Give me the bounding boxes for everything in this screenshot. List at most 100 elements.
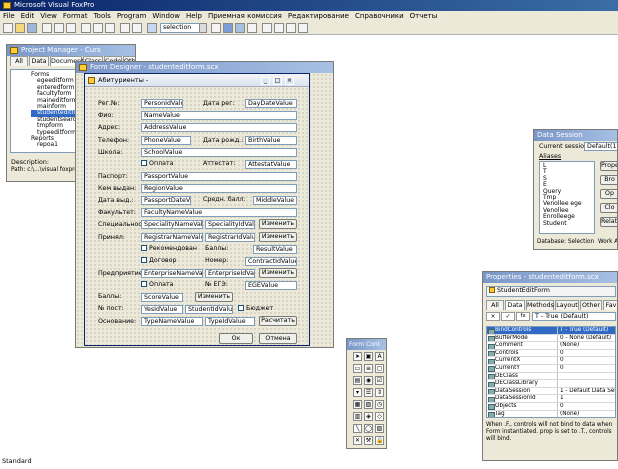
property-row[interactable]: Tag (None) [487, 410, 615, 417]
middle-field[interactable]: MiddleValue [253, 196, 297, 205]
optiongroup-icon[interactable]: ◉ [364, 376, 373, 385]
class-library-icon[interactable]: ▣ [364, 352, 373, 361]
region-field[interactable]: RegionValue [141, 184, 297, 193]
property-tab[interactable]: Methods [526, 300, 554, 310]
reg-name-field[interactable]: RegistrarNameValue [141, 233, 203, 242]
day-date-field[interactable]: DayDateValue [245, 99, 297, 108]
property-row[interactable]: BindControls T - True (Default) [487, 327, 615, 335]
spinner-icon[interactable]: ⇕ [375, 388, 384, 397]
property-tab[interactable]: All [486, 300, 504, 310]
spell-icon[interactable] [66, 23, 76, 33]
menu-item[interactable]: Edit [18, 11, 38, 21]
spec-name-field[interactable]: SpecialityNameValue [141, 220, 203, 229]
ege-field[interactable]: EGEValue [245, 281, 297, 290]
current-session-combo[interactable]: Default(1) [584, 142, 617, 151]
property-row[interactable]: BufferMode 0 - None (Default) [487, 334, 615, 343]
listbox-icon[interactable]: ☰ [364, 388, 373, 397]
menu-item[interactable]: File [0, 11, 18, 21]
faculty-field[interactable]: FacultyNameValue [141, 208, 297, 217]
name-field[interactable]: NameValue [141, 111, 297, 120]
change-score-button[interactable]: Изменить [195, 292, 233, 302]
cut-icon[interactable] [81, 23, 91, 33]
school-field[interactable]: SchoolValue [141, 148, 297, 157]
lock-icon[interactable]: 🔒 [375, 436, 384, 445]
menu-item[interactable]: Приемная комиссия [205, 11, 285, 21]
data-session-button[interactable]: Relati [600, 217, 617, 227]
shape-icon[interactable]: ◯ [364, 424, 373, 433]
contract-id-field[interactable]: ContractIdValue [245, 257, 297, 266]
container-icon[interactable]: ▧ [375, 424, 384, 433]
data-session-button[interactable]: Op [600, 189, 617, 199]
property-value-input[interactable]: T - True (Default) [532, 312, 616, 321]
recommend-checkbox[interactable]: Рекомендован [141, 244, 197, 253]
property-row[interactable]: DataSession1 - Default Data Session [487, 387, 615, 396]
project-icon[interactable] [235, 23, 245, 33]
pay2-checkbox[interactable]: Оплата [141, 280, 173, 289]
property-row[interactable]: CurrentX 0 [487, 357, 615, 365]
phone-field[interactable]: PhoneValue [141, 136, 191, 145]
menu-item[interactable]: Tools [91, 11, 114, 21]
data-session-button[interactable]: Prope [600, 161, 617, 171]
alias-item[interactable]: Student [543, 220, 594, 227]
commandgroup-icon[interactable]: ▤ [353, 376, 362, 385]
calculate-button[interactable]: Расчитать [259, 316, 297, 326]
spec-id-field[interactable]: SpecialityIdValue [205, 220, 255, 229]
contract-checkbox[interactable]: Договор [141, 256, 177, 265]
budget-checkbox[interactable]: Бюджет [238, 304, 273, 313]
cancel-button[interactable]: Отмена [259, 333, 297, 344]
property-row[interactable]: CurrentY 0 [487, 364, 615, 373]
menu-item[interactable]: Program [114, 11, 150, 21]
preview-icon[interactable] [54, 23, 64, 33]
property-row[interactable]: DEClass [487, 372, 615, 381]
yes-id-field[interactable]: YesIdValue [141, 305, 183, 314]
copy-icon[interactable] [93, 23, 103, 33]
maximize-icon[interactable]: □ [273, 77, 282, 85]
save-icon[interactable] [27, 23, 37, 33]
menu-item[interactable]: View [37, 11, 60, 21]
pay-checkbox[interactable]: Оплата [141, 159, 173, 168]
build-icon[interactable] [274, 23, 284, 33]
change-enterprise-button[interactable]: Изменить [259, 268, 297, 278]
menu-item[interactable]: Редактирование [285, 11, 352, 21]
oleclient-icon[interactable]: ◈ [364, 412, 373, 421]
property-tab[interactable]: Layout [555, 300, 579, 310]
function-icon[interactable]: fx [516, 312, 530, 321]
change-registrar-button[interactable]: Изменить [259, 232, 297, 242]
reg-id-field[interactable]: RegistrarIdValue [205, 233, 255, 242]
passport-field[interactable]: PassportValue [141, 172, 297, 181]
combobox-icon[interactable]: ▾ [353, 388, 362, 397]
property-row[interactable]: Controls 0 [487, 349, 615, 358]
commandbutton-icon[interactable]: ▢ [375, 364, 384, 373]
image-icon[interactable]: ▨ [364, 400, 373, 409]
undo-icon[interactable] [120, 23, 130, 33]
property-tab[interactable]: Fav [603, 300, 617, 310]
run-icon[interactable] [147, 23, 157, 33]
print-icon[interactable] [42, 23, 52, 33]
olebound-icon[interactable]: ◇ [375, 412, 384, 421]
property-row[interactable]: Comment (None) [487, 342, 615, 350]
aliases-list[interactable]: L T S E Query Tmp Venollee ege Venollee Enrollee… [539, 161, 595, 234]
object-combo[interactable]: StudentEditForm [486, 286, 616, 297]
ok-button[interactable]: Ок [219, 333, 253, 344]
type-id-field[interactable]: TypeIdValue [205, 317, 255, 326]
cancel-icon[interactable]: × [486, 312, 500, 321]
property-tab[interactable]: Data [505, 300, 525, 310]
menu-item[interactable]: Window [149, 11, 183, 21]
editbox-icon[interactable]: ≡ [364, 364, 373, 373]
close-icon[interactable]: × [285, 77, 294, 85]
minimize-icon[interactable]: _ [261, 77, 270, 85]
new-icon[interactable] [3, 23, 13, 33]
open-icon[interactable] [15, 23, 25, 33]
help-icon[interactable] [298, 23, 308, 33]
data-session-icon[interactable] [223, 23, 233, 33]
menu-item[interactable]: Отчеты [407, 11, 441, 21]
menu-item[interactable]: Format [60, 11, 91, 21]
debug-icon[interactable] [286, 23, 296, 33]
passport-date-field[interactable]: PassportDateValu [141, 196, 191, 205]
property-row[interactable]: Objects 0 [487, 402, 615, 411]
score-field[interactable]: ScoreValue [141, 293, 183, 302]
label-icon[interactable]: A [375, 352, 384, 361]
student-id-field[interactable]: StudentIdValue [185, 305, 233, 314]
redo-icon[interactable] [132, 23, 142, 33]
tab-all[interactable]: All [10, 56, 28, 66]
